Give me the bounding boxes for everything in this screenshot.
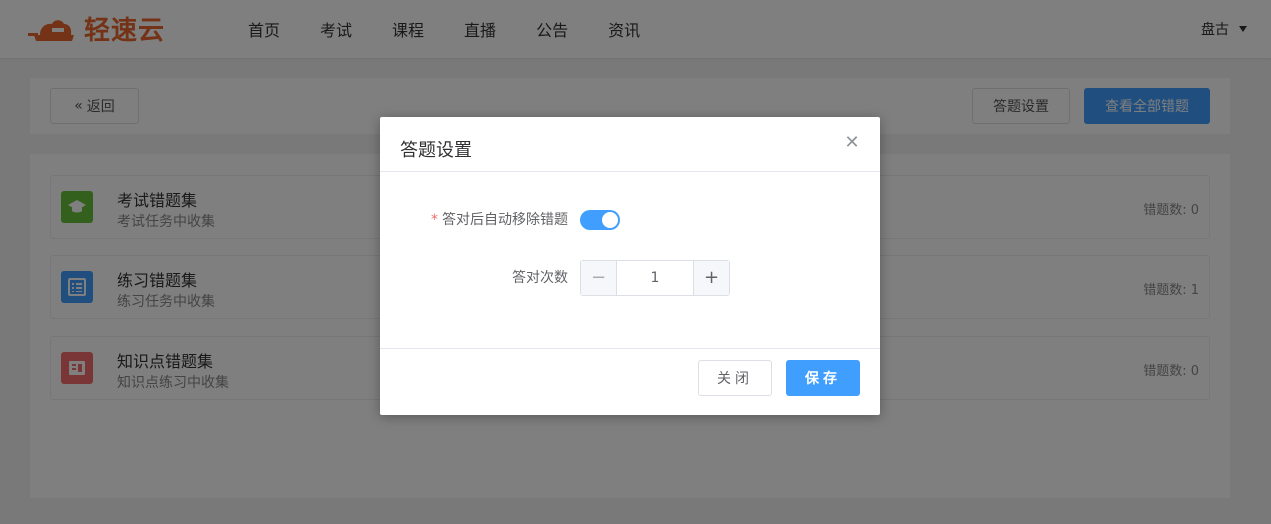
auto-remove-label-text: 答对后自动移除错题	[442, 212, 568, 228]
dialog-title: 答题设置	[400, 140, 472, 161]
correct-times-input[interactable]: 1	[617, 261, 693, 295]
answer-settings-dialog: 答题设置 ✕ * 答对后自动移除错题 答对次数 − 1 + 关闭 保存	[380, 117, 880, 415]
save-button[interactable]: 保存	[786, 360, 860, 396]
auto-remove-label: * 答对后自动移除错题	[431, 202, 568, 238]
correct-times-label: 答对次数	[512, 270, 568, 286]
auto-remove-row: * 答对后自动移除错题	[380, 202, 880, 238]
minus-icon[interactable]: −	[581, 261, 617, 295]
correct-times-row: 答对次数 − 1 +	[380, 260, 880, 296]
plus-icon[interactable]: +	[693, 261, 729, 295]
close-icon[interactable]: ✕	[842, 133, 862, 153]
toggle-knob	[602, 212, 618, 228]
dialog-footer: 关闭 保存	[380, 348, 880, 415]
auto-remove-toggle[interactable]	[580, 210, 620, 230]
dialog-header: 答题设置 ✕	[380, 117, 880, 172]
correct-times-stepper: − 1 +	[580, 260, 730, 296]
required-asterisk: *	[431, 212, 438, 228]
close-button[interactable]: 关闭	[698, 360, 772, 396]
